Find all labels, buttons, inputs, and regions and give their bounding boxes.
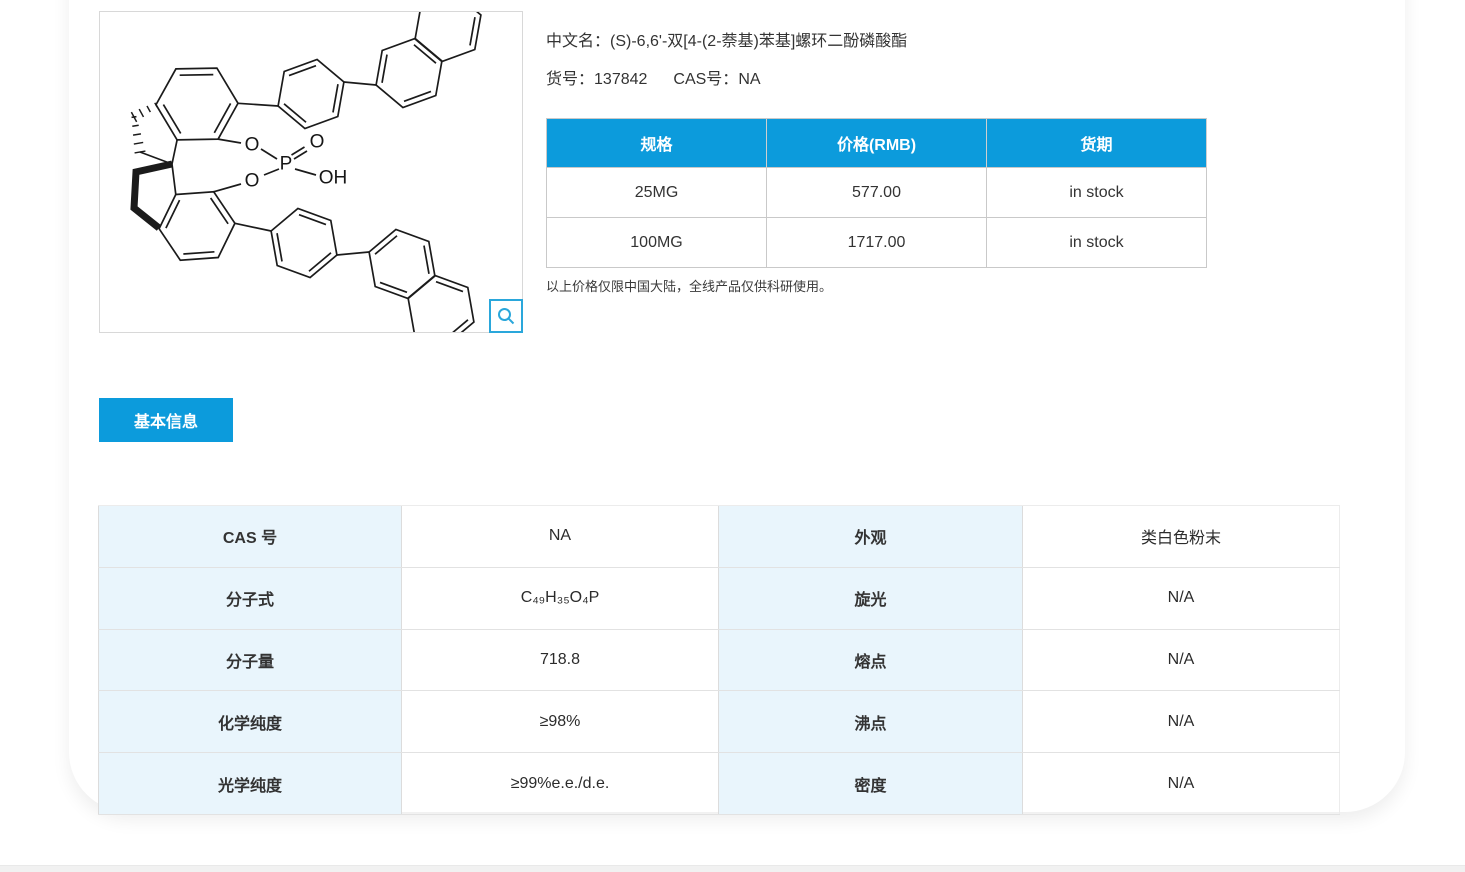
property-row: 分子式 C₄₉H₃₅O₄P 旋光 N/A [98,567,1340,630]
property-label: 外观 [719,506,1023,567]
property-value: 718.8 [402,629,719,691]
atom-label-o-bottom: O [245,171,260,192]
property-row: CAS 号 NA 外观 类白色粉末 [98,506,1340,568]
property-value: N/A [1023,629,1340,691]
structure-image-panel: O O P OH O [99,11,523,333]
price-table: 规格 价格(RMB) 货期 25MG 577.00 in stock 100MG… [546,118,1207,268]
price-table-header-row: 规格 价格(RMB) 货期 [547,119,1207,168]
tab-basic-info[interactable]: 基本信息 [99,398,233,442]
zoom-button[interactable] [489,299,523,333]
price-cell-price: 1717.00 [767,218,987,268]
price-header-spec: 规格 [547,119,767,168]
property-value: N/A [1023,691,1340,753]
sku-value: 137842 [594,71,648,88]
atom-label-o-top: O [245,135,260,156]
property-label: 沸点 [719,691,1023,753]
property-row: 分子量 718.8 熔点 N/A [98,629,1340,692]
product-name-label: 中文名： [546,33,611,50]
atom-label-oh: OH [319,168,348,189]
property-value: C₄₉H₃₅O₄P [402,567,719,629]
molecule-structure: O O P OH O [130,12,482,332]
atom-label-p: P [280,154,293,175]
property-label: 熔点 [719,629,1023,691]
property-value: ≥98% [402,691,719,753]
magnifier-icon [498,308,515,325]
property-row: 光学纯度 ≥99%e.e./d.e. 密度 N/A [98,753,1340,815]
property-value: N/A [1023,753,1340,814]
price-cell-leadtime: in stock [987,218,1207,268]
price-table-row: 25MG 577.00 in stock [547,168,1207,218]
property-label: 化学纯度 [98,691,402,753]
product-name-line: 中文名：(S)-6,6'-双[4-(2-萘基)苯基]螺环二酚磷酸酯 [546,27,907,51]
price-note: 以上价格仅限中国大陆，全线产品仅供科研使用。 [546,279,833,294]
property-label: 旋光 [719,567,1023,629]
property-value: N/A [1023,567,1340,629]
property-row: 化学纯度 ≥98% 沸点 N/A [98,691,1340,754]
price-header-price: 价格(RMB) [767,119,987,168]
price-cell-leadtime: in stock [987,168,1207,218]
property-value: 类白色粉末 [1023,506,1340,567]
property-label: 分子式 [98,567,402,629]
property-label: CAS 号 [98,506,402,567]
property-label: 光学纯度 [98,753,402,814]
property-label: 分子量 [98,629,402,691]
property-value: NA [402,506,719,567]
cas-value: NA [738,71,761,88]
price-cell-spec: 25MG [547,168,767,218]
product-sku-line: 货号：137842 CAS号：NA [546,65,761,89]
price-cell-price: 577.00 [767,168,987,218]
product-name: (S)-6,6'-双[4-(2-萘基)苯基]螺环二酚磷酸酯 [610,33,908,50]
product-detail-page: O O P OH O 中文名：(S)-6,6'-双[4-(2-萘基)苯基]螺环二… [0,0,1465,872]
property-label: 密度 [719,753,1023,814]
price-table-row: 100MG 1717.00 in stock [547,218,1207,268]
price-cell-spec: 100MG [547,218,767,268]
property-value: ≥99%e.e./d.e. [402,753,719,814]
price-header-leadtime: 货期 [987,119,1207,168]
sku-label: 货号： [546,71,595,88]
cas-label: CAS号： [673,71,739,88]
page-bottom-divider [0,865,1465,872]
atom-label-o-double: O [310,132,325,153]
properties-table: CAS 号 NA 外观 类白色粉末 分子式 C₄₉H₃₅O₄P 旋光 N/A 分… [98,505,1340,815]
